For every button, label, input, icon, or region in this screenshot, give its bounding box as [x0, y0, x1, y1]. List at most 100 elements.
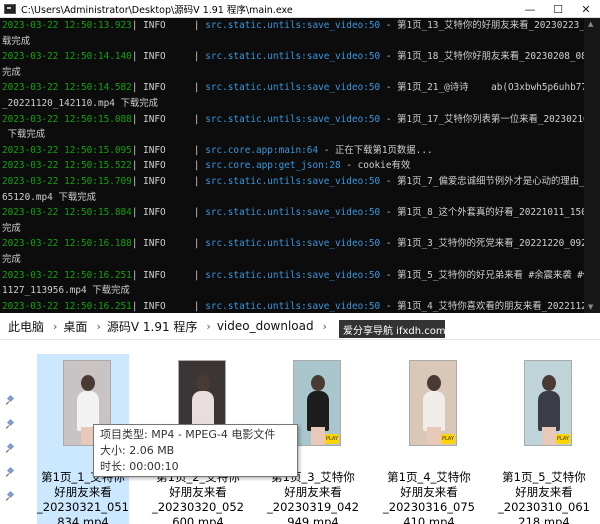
scroll-down-icon[interactable]: ▼	[588, 303, 593, 311]
window-controls: — ☐ ✕	[516, 0, 600, 18]
log-module: src.static.untils:save_video:50	[199, 51, 381, 63]
play-badge-icon: PLAY	[556, 434, 570, 444]
log-timestamp: 2023-03-22 12:50:15.884	[2, 207, 132, 219]
pin-icon[interactable]	[6, 468, 15, 477]
pin-icon[interactable]	[6, 420, 15, 429]
log-message: - 第1页_7_偏爱忠诚细节例外才是心动的理由_20221031_1	[385, 175, 584, 187]
log-message: - 第1页_5_艾特你的好兄弟来看 #余震来袭 #修女蹲_2022	[385, 269, 584, 281]
file-item[interactable]: PLAY 第1页_4_艾特你 好朋友来看 _20230316_075 410.mp…	[383, 354, 475, 524]
log-timestamp: 2023-03-22 12:50:15.095	[2, 144, 132, 156]
chevron-right-icon[interactable]: ›	[206, 320, 210, 333]
file-name: 第1页_4_艾特你 好朋友来看 _20230316_075 410.mp4	[383, 470, 475, 524]
chevron-right-icon[interactable]: ›	[96, 320, 100, 333]
file-name: 第1页_5_艾特你 好朋友来看 _20230310_061 218.mp4	[498, 470, 590, 524]
log-message: - 第1页_13_艾特你的好朋友来看_20230223_070756.mp4 下	[385, 20, 584, 31]
file-item[interactable]: PLAY 第1页_5_艾特你 好朋友来看 _20230310_061 218.mp…	[498, 354, 590, 524]
log-line: 2023-03-22 12:50:15.884| INFO | src.stat…	[2, 205, 584, 221]
log-line: 下载完成	[2, 127, 584, 143]
log-timestamp: 2023-03-22 12:50:15.088	[2, 113, 132, 125]
breadcrumb-item[interactable]: 源码V 1.91 程序	[107, 318, 198, 335]
log-module: src.core.app:get_json:28	[199, 160, 341, 172]
minimize-button[interactable]: —	[516, 0, 544, 18]
log-message: 完成	[2, 253, 21, 265]
log-module: src.static.untils:save_video:50	[199, 269, 381, 281]
log-module: src.core.app:main:64	[199, 144, 319, 156]
log-timestamp: 2023-03-22 12:50:16.188	[2, 238, 132, 250]
log-timestamp: 2023-03-22 12:50:15.522	[2, 160, 132, 172]
log-level: | INFO |	[131, 20, 200, 31]
log-message: 载完成	[2, 35, 31, 47]
chevron-right-icon[interactable]: ›	[323, 320, 327, 333]
log-line: 2023-03-22 12:50:14.140| INFO | src.stat…	[2, 49, 584, 65]
log-message: 1127_113956.mp4 下载完成	[2, 285, 130, 297]
log-line: 完成	[2, 65, 584, 81]
video-thumbnail: PLAY	[293, 360, 341, 446]
file-tooltip: 项目类型: MP4 - MPEG-4 电影文件 大小: 2.06 MB 时长: …	[93, 424, 298, 477]
log-line: 完成	[2, 221, 584, 237]
breadcrumb-item[interactable]: 此电脑	[8, 318, 44, 335]
log-message: - 正在下载第1页数据...	[318, 144, 433, 156]
log-message: 完成	[2, 222, 21, 234]
address-bar[interactable]: 此电脑 › 桌面 › 源码V 1.91 程序 › video_download ›	[0, 313, 600, 340]
breadcrumb-item[interactable]: 桌面	[63, 318, 87, 335]
log-line: 2023-03-22 12:50:15.095| INFO | src.core…	[2, 143, 584, 159]
log-line: 1127_113956.mp4 下载完成	[2, 283, 584, 299]
tooltip-type: 项目类型: MP4 - MPEG-4 电影文件	[100, 428, 276, 441]
log-level: | INFO |	[131, 113, 200, 125]
chevron-right-icon[interactable]: ›	[53, 320, 57, 333]
video-thumbnail: PLAY	[524, 360, 572, 446]
log-level: | INFO |	[131, 175, 200, 187]
pin-icon[interactable]	[6, 396, 15, 405]
log-message: - 第1页_4_艾特你喜欢看的朋友来看_20221129_095229.mp	[385, 300, 584, 312]
watermark: 爱分享导航 ifxdh.com	[339, 320, 446, 338]
log-module: src.static.untils:save_video:50	[199, 20, 381, 31]
log-timestamp: 2023-03-22 12:50:16.251	[2, 269, 132, 281]
log-line: _20221120_142110.mp4 下载完成	[2, 96, 584, 112]
log-timestamp: 2023-03-22 12:50:13.923	[2, 20, 132, 31]
file-name: 第1页_3_艾特你 好朋友来看 _20230319_042 949.mp4	[267, 470, 359, 524]
file-name: 第1页_1_艾特你 好朋友来看 _20230321_051 834.mp4	[37, 470, 129, 524]
log-line: 2023-03-22 12:50:16.251| INFO | src.stat…	[2, 268, 584, 284]
log-message: 完成	[2, 66, 21, 78]
log-timestamp: 2023-03-22 12:50:14.140	[2, 51, 132, 63]
console-scrollbar[interactable]: ▲ ▼	[584, 18, 600, 313]
log-module: src.static.untils:save_video:50	[199, 175, 381, 187]
file-explorer: 第1页_1_艾特你 好朋友来看 _20230321_051 834.mp4 PLA…	[0, 340, 600, 524]
log-module: src.static.untils:save_video:50	[199, 238, 381, 250]
log-message: - 第1页_21_@诗诗 ab(O3xbwh5p6uhb778a) 的精彩视频	[385, 82, 584, 94]
log-module: src.static.untils:save_video:50	[199, 207, 381, 219]
log-line: 2023-03-22 12:50:15.522| INFO | src.core…	[2, 158, 584, 174]
pin-icon[interactable]	[6, 444, 15, 453]
log-module: src.static.untils:save_video:50	[199, 113, 381, 125]
log-message: 65120.mp4 下载完成	[2, 191, 96, 203]
log-message: - 第1页_18_艾特你好朋友来看_20230208_084149.mp4 下载	[385, 51, 584, 63]
log-line: 2023-03-22 12:50:16.188| INFO | src.stat…	[2, 236, 584, 252]
log-level: | INFO |	[131, 82, 200, 94]
close-button[interactable]: ✕	[572, 0, 600, 18]
breadcrumb-item[interactable]: video_download	[217, 319, 314, 333]
scroll-up-icon[interactable]: ▲	[588, 20, 593, 28]
pin-icon[interactable]	[6, 492, 15, 501]
log-level: | INFO |	[131, 207, 200, 219]
log-timestamp: 2023-03-22 12:50:14.582	[2, 82, 132, 94]
log-timestamp: 2023-03-22 12:50:16.251	[2, 300, 132, 312]
log-line: 2023-03-22 12:50:15.088| INFO | src.stat…	[2, 112, 584, 128]
log-message: 下载完成	[2, 129, 46, 141]
log-line: 载完成	[2, 34, 584, 50]
log-message: - 第1页_17_艾特你列表第一位来看_20230210_032410.mp4	[385, 113, 584, 125]
log-line: 2023-03-22 12:50:15.709| INFO | src.stat…	[2, 174, 584, 190]
log-message: _20221120_142110.mp4 下载完成	[2, 97, 159, 109]
title-bar: C:\Users\Administrator\Desktop\源码V 1.91 …	[0, 0, 600, 18]
log-module: src.static.untils:save_video:50	[199, 300, 381, 312]
maximize-button[interactable]: ☐	[544, 0, 572, 18]
log-message: - cookie有效	[340, 160, 411, 172]
log-module: src.static.untils:save_video:50	[199, 82, 381, 94]
play-badge-icon: PLAY	[325, 434, 339, 444]
log-line: 2023-03-22 12:50:16.251| INFO | src.stat…	[2, 299, 584, 313]
log-level: | INFO |	[131, 269, 200, 281]
tooltip-duration: 时长: 00:00:10	[100, 460, 179, 473]
console-log[interactable]: 2023-03-22 12:50:13.923| INFO | src.stat…	[2, 18, 584, 313]
log-level: | INFO |	[131, 300, 200, 312]
log-message: - 第1页_3_艾特你的死党来看_20221220_092403.mp4 下载	[385, 238, 584, 250]
log-line: 完成	[2, 252, 584, 268]
